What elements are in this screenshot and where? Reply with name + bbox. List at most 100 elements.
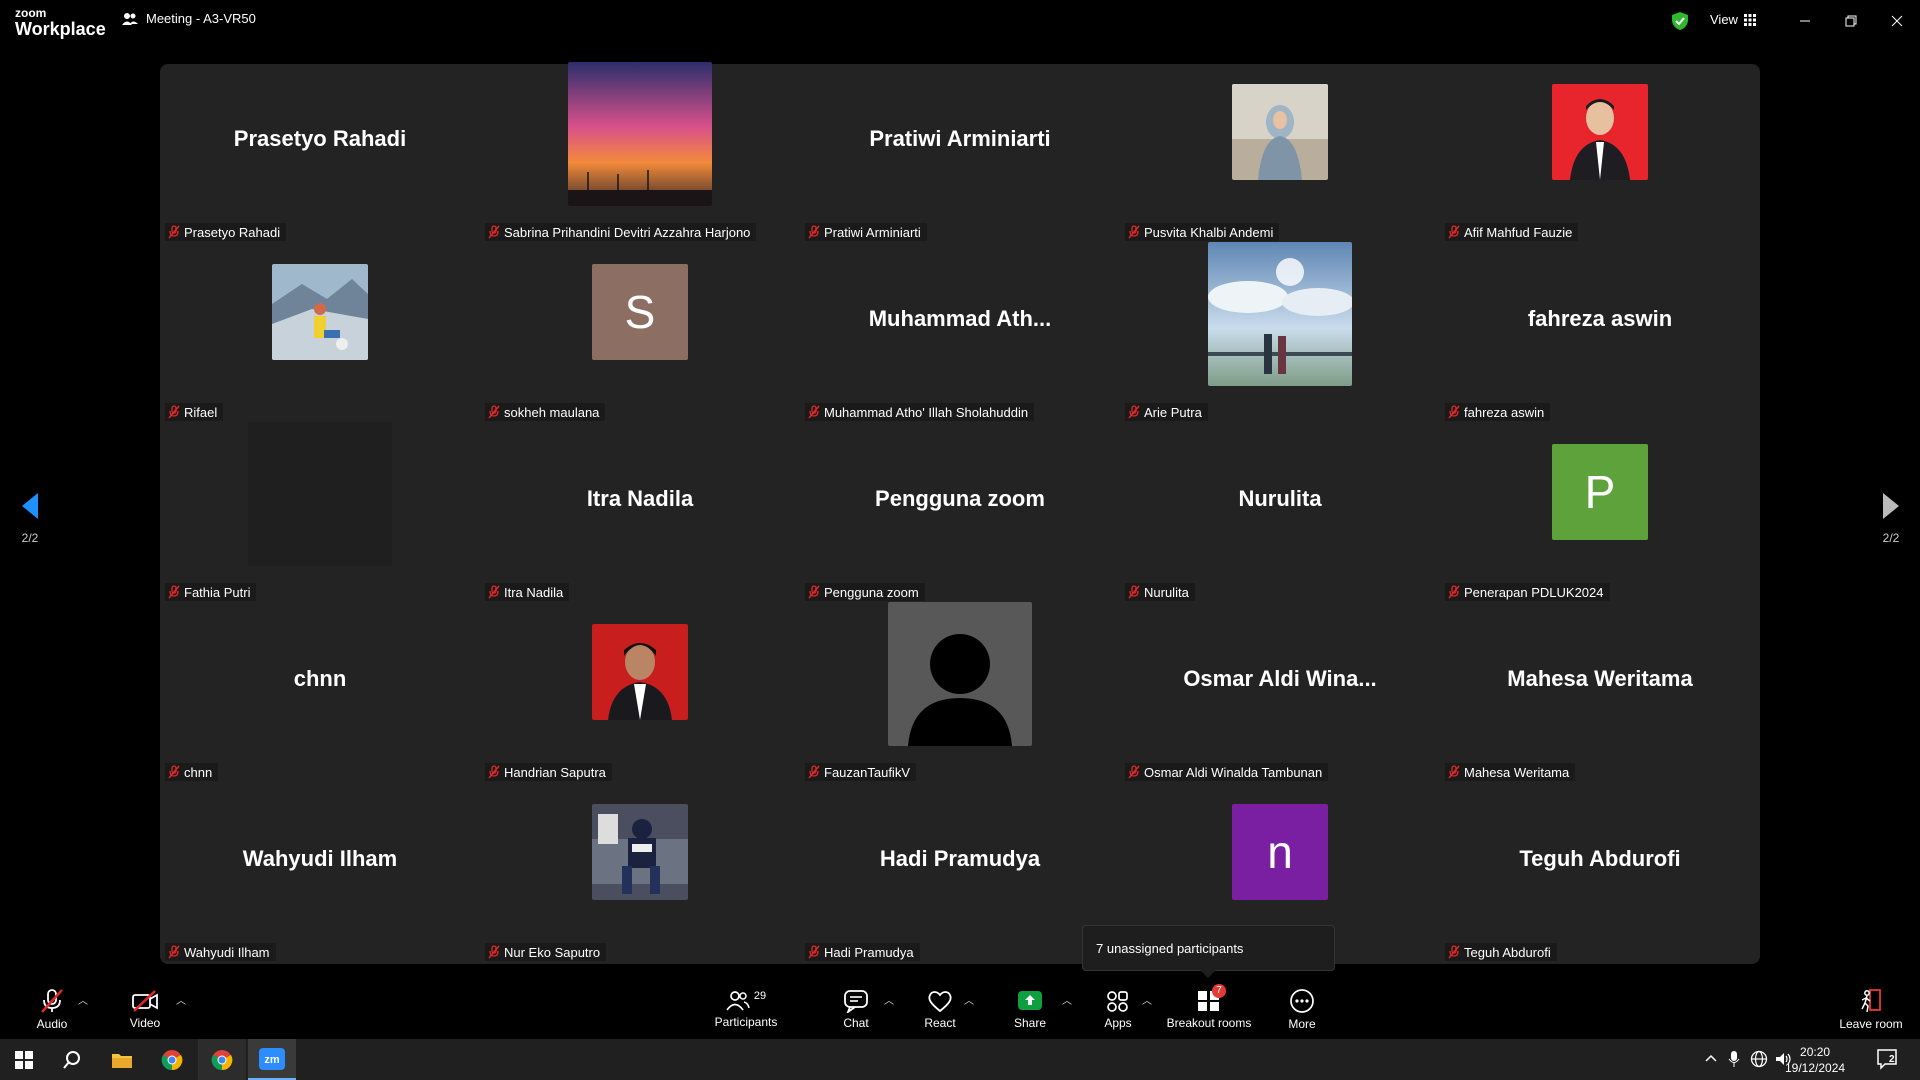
participant-tile[interactable]: Afif Mahfud Fauzie	[1440, 64, 1760, 244]
participant-name-label: Prasetyo Rahadi	[165, 223, 287, 241]
share-label: Share	[1013, 1015, 1047, 1030]
share-button[interactable]: Share	[1008, 979, 1052, 1039]
participant-tile[interactable]: Pusvita Khalbi Andemi	[1120, 64, 1440, 244]
apps-icon	[1107, 990, 1128, 1012]
participant-display-name: Mahesa Weritama	[1507, 666, 1693, 691]
more-icon	[1290, 988, 1314, 1013]
participant-name-text: Nurulita	[1144, 584, 1189, 600]
muted-mic-icon	[1448, 585, 1460, 599]
participant-name-label: Muhammad Atho' Illah Sholahuddin	[805, 403, 1035, 421]
participant-name-text: Penerapan PDLUK2024	[1464, 584, 1604, 600]
participant-tile[interactable]: fahreza aswin fahreza aswin	[1440, 244, 1760, 424]
more-button[interactable]: More	[1280, 979, 1324, 1039]
participant-tile[interactable]: Nurulita Nurulita	[1120, 424, 1440, 604]
participant-name-label: Itra Nadila	[485, 583, 570, 601]
participant-display-name: fahreza aswin	[1527, 306, 1673, 331]
audio-button[interactable]: Audio	[30, 979, 74, 1039]
participant-tile[interactable]: Wahyudi Ilham Wahyudi Ilham	[160, 784, 480, 964]
restore-button[interactable]	[1838, 8, 1864, 34]
participant-name-text: Fathia Putri	[184, 584, 251, 600]
chat-button[interactable]: Chat	[834, 979, 878, 1039]
breakout-rooms-label: Breakout rooms	[1166, 1015, 1252, 1030]
participant-tile[interactable]: Teguh Abdurofi Teguh Abdurofi	[1440, 784, 1760, 964]
participant-tile[interactable]: Pengguna zoom Pengguna zoom	[800, 424, 1120, 604]
tray-chevron-icon[interactable]	[1704, 1051, 1718, 1070]
audio-options-caret[interactable]: ︿	[78, 992, 88, 1007]
encryption-shield-icon[interactable]	[1671, 11, 1689, 36]
react-button[interactable]: React	[918, 979, 962, 1039]
brand-top: zoom	[15, 6, 47, 20]
participant-name-label: chnn	[165, 763, 219, 781]
participant-photo	[1208, 242, 1352, 386]
participants-icon	[726, 990, 750, 1011]
previous-page[interactable]: 2/2	[10, 492, 50, 545]
video-label: Video	[129, 1015, 161, 1030]
search-button[interactable]	[48, 1039, 96, 1080]
video-button[interactable]: Video	[120, 979, 170, 1039]
participants-count: 29	[753, 989, 767, 1002]
participant-tile[interactable]: Pratiwi Arminiarti Pratiwi Arminiarti	[800, 64, 1120, 244]
notification-center-icon[interactable]: 2	[1876, 1048, 1900, 1075]
participant-tile[interactable]: Nur Eko Saputro	[480, 784, 800, 964]
muted-mic-icon	[1128, 405, 1140, 419]
apps-options-caret[interactable]: ︿	[1142, 992, 1152, 1007]
globe-network-icon[interactable]	[1750, 1050, 1768, 1073]
clock[interactable]: 20:20 19/12/2024	[1785, 1044, 1845, 1076]
minimize-button[interactable]	[1792, 8, 1818, 34]
chat-options-caret[interactable]: ︿	[884, 992, 894, 1007]
muted-mic-icon	[808, 945, 820, 959]
participant-tile[interactable]: Hadi Pramudya Hadi Pramudya	[800, 784, 1120, 964]
participant-tile[interactable]: Mahesa Weritama Mahesa Weritama	[1440, 604, 1760, 784]
zoom-taskbar-button[interactable]: zm	[248, 1039, 296, 1080]
participant-name-label: sokheh maulana	[485, 403, 606, 421]
chrome-button[interactable]	[148, 1039, 196, 1080]
leave-room-button[interactable]: Leave room	[1836, 979, 1906, 1039]
participant-tile[interactable]: FauzanTaufikV	[800, 602, 1120, 784]
participant-tile[interactable]: chnn chnn	[160, 604, 480, 784]
react-options-caret[interactable]: ︿	[964, 992, 974, 1007]
page-indicator-left: 2/2	[21, 531, 39, 545]
participant-tile[interactable]: Itra Nadila Itra Nadila	[480, 424, 800, 604]
participant-tile[interactable]: Muhammad Ath... Muhammad Atho' Illah Sho…	[800, 244, 1120, 424]
participant-tile[interactable]: Osmar Aldi Wina... Osmar Aldi Winalda Ta…	[1120, 604, 1440, 784]
participant-name-text: Pusvita Khalbi Andemi	[1144, 224, 1274, 240]
start-button[interactable]	[0, 1039, 48, 1080]
brand-bottom: Workplace	[15, 19, 106, 39]
participant-display-name: Nurulita	[1238, 486, 1322, 511]
view-button[interactable]: View	[1710, 12, 1756, 27]
participant-tile[interactable]: S sokheh maulana	[480, 244, 800, 424]
participants-button[interactable]: 29 Participants	[710, 979, 782, 1039]
leave-room-label: Leave room	[1839, 1016, 1903, 1031]
participant-tile[interactable]: Sabrina Prihandini Devitri Azzahra Harjo…	[480, 62, 800, 244]
clock-time: 20:20	[1800, 1045, 1831, 1059]
participant-name-label: FauzanTaufikV	[805, 763, 916, 781]
apps-button[interactable]: Apps	[1096, 979, 1140, 1039]
grid-icon	[1743, 13, 1756, 26]
participant-display-name: Teguh Abdurofi	[1519, 846, 1681, 871]
microphone-tray-icon[interactable]	[1728, 1050, 1740, 1073]
participant-tile[interactable]: Prasetyo Rahadi Prasetyo Rahadi	[160, 64, 480, 244]
video-options-caret[interactable]: ︿	[176, 992, 186, 1007]
participant-tile[interactable]: Handrian Saputra	[480, 604, 800, 784]
breakout-rooms-button[interactable]: 7 Breakout rooms	[1163, 979, 1255, 1039]
participant-tile[interactable]: Rifael	[160, 244, 480, 424]
muted-mic-icon	[808, 765, 820, 779]
participant-tile[interactable]: Arie Putra	[1120, 242, 1440, 424]
file-explorer-button[interactable]	[98, 1039, 146, 1080]
meeting-toolbar: Audio ︿ Video ︿ 29 Participants Chat ︿ R…	[0, 979, 1920, 1039]
share-options-caret[interactable]: ︿	[1062, 992, 1072, 1007]
participant-name-label: Pengguna zoom	[805, 583, 925, 601]
next-page[interactable]: 2/2	[1871, 492, 1911, 545]
participant-name-label: Penerapan PDLUK2024	[1445, 583, 1610, 601]
participant-name-text: Osmar Aldi Winalda Tambunan	[1144, 764, 1323, 780]
participants-label: Participants	[714, 1014, 778, 1029]
chrome-profile-button[interactable]	[198, 1039, 246, 1080]
participant-tile[interactable]: Fathia Putri	[160, 422, 480, 604]
meeting-title[interactable]: Meeting - A3-VR50	[122, 11, 256, 26]
muted-mic-icon	[1128, 765, 1140, 779]
participant-name-label: fahreza aswin	[1445, 403, 1551, 421]
muted-mic-icon	[1448, 405, 1460, 419]
zoom-logo: zoom Workplace	[15, 7, 106, 38]
participant-tile[interactable]: P Penerapan PDLUK2024	[1440, 424, 1760, 604]
close-button[interactable]	[1884, 8, 1910, 34]
